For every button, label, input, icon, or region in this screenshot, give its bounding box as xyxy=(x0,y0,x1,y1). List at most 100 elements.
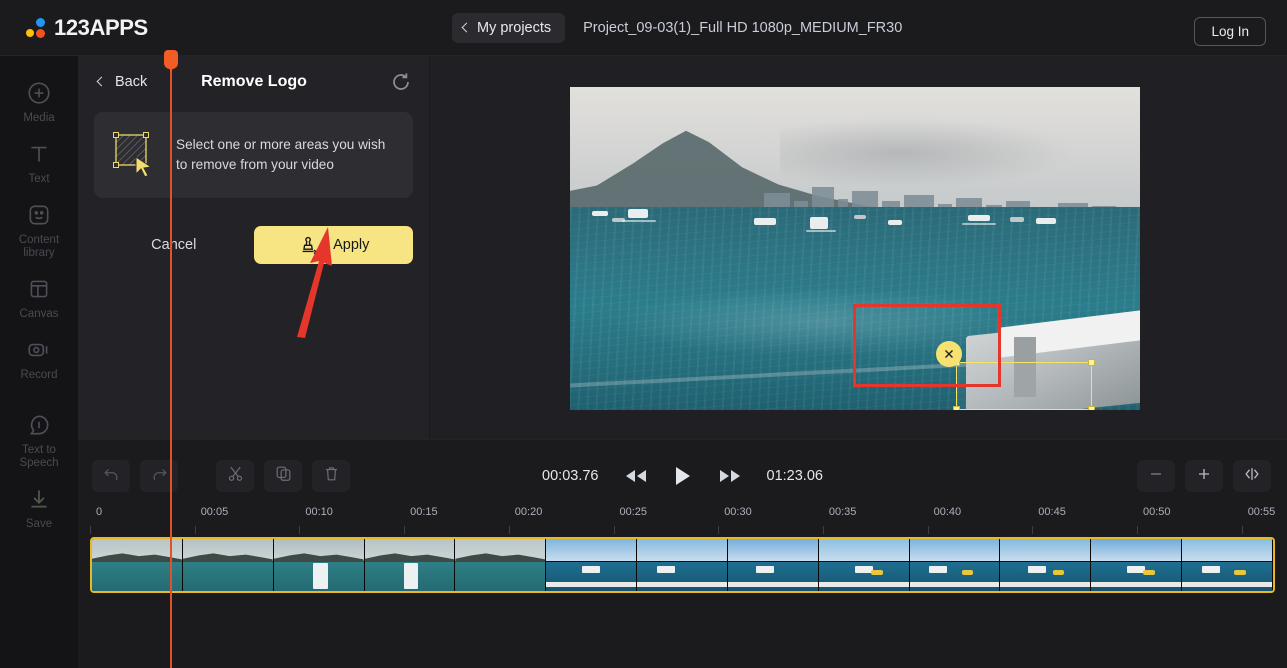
video-camera-icon xyxy=(26,337,52,363)
stamp-remove-icon xyxy=(297,234,321,256)
sidebar-item-save[interactable]: Save xyxy=(0,476,78,537)
trash-icon xyxy=(322,464,341,488)
thumbnail-sky xyxy=(637,539,727,561)
ruler-tick-mark xyxy=(1032,526,1034,534)
thumbnail-railing xyxy=(1000,582,1091,587)
thumbnail-water xyxy=(455,561,546,591)
ruler-tick-mark xyxy=(927,526,929,534)
clip-thumbnail xyxy=(818,539,910,591)
plus-icon xyxy=(1194,464,1214,489)
cancel-button[interactable]: Cancel xyxy=(94,226,254,264)
speech-bubble-icon xyxy=(26,412,52,438)
sidebar-item-label: Canvas xyxy=(19,308,59,320)
thumbnail-railing xyxy=(546,582,637,587)
redo-arrow-icon xyxy=(150,464,169,488)
redo-button[interactable] xyxy=(140,460,178,492)
scissors-icon xyxy=(226,464,245,488)
close-x-icon[interactable] xyxy=(936,341,962,367)
ruler-tick-label: 00:05 xyxy=(200,506,229,518)
app-logo[interactable]: 123APPS xyxy=(26,15,148,41)
thumbnail-railing xyxy=(818,582,909,587)
clip-thumbnail xyxy=(182,539,274,591)
resize-handle-bottom-right[interactable] xyxy=(1088,406,1095,410)
ruler-tick-mark xyxy=(613,526,615,534)
fit-to-screen-button[interactable] xyxy=(1233,460,1271,492)
resize-handle-top-right[interactable] xyxy=(1088,359,1095,366)
sidebar-item-content-library[interactable]: Content library xyxy=(0,192,78,266)
thumbnail-railing xyxy=(1182,582,1272,587)
thumbnail-dinghy xyxy=(961,570,974,575)
undo-button[interactable] xyxy=(92,460,130,492)
left-sidebar: Media Text Content library Canvas Record… xyxy=(0,56,78,668)
thumbnail-deck xyxy=(404,562,419,589)
thumbnail-railing xyxy=(637,582,727,587)
instruction-card: Select one or more areas you wish to rem… xyxy=(94,112,413,198)
thumbnail-sky xyxy=(1000,539,1091,561)
minus-icon xyxy=(1146,464,1166,489)
timeline-toolbar xyxy=(92,460,350,492)
sidebar-item-label: Save xyxy=(25,518,53,530)
thumbnail-boat xyxy=(1201,566,1220,573)
fast-forward-button[interactable] xyxy=(717,467,743,485)
sidebar-item-canvas[interactable]: Canvas xyxy=(0,266,78,327)
sidebar-item-record[interactable]: Record xyxy=(0,327,78,388)
my-projects-button[interactable]: My projects xyxy=(452,13,566,43)
top-bar: 123APPS My projects Project_09-03(1)_Ful… xyxy=(0,0,1287,56)
sidebar-item-text[interactable]: Text xyxy=(0,131,78,192)
back-button[interactable]: Back xyxy=(96,74,148,90)
sidebar-item-label: Text to Speech xyxy=(19,444,59,469)
rewind-button[interactable] xyxy=(623,467,649,485)
copy-icon xyxy=(274,464,293,488)
timeline-ruler[interactable]: 0 00:05 00:10 00:15 00:20 00:25 00:30 00:35 00:4… xyxy=(90,506,1275,534)
clip-thumbnail xyxy=(455,539,547,591)
clip-thumbnail xyxy=(727,539,819,591)
ruler-tick-label: 00:25 xyxy=(619,506,648,518)
sidebar-item-text-to-speech[interactable]: Text to Speech xyxy=(0,402,78,476)
thumbnail-sky xyxy=(818,539,909,561)
thumbnail-water xyxy=(182,561,273,591)
clip-thumbnail xyxy=(546,539,638,591)
ruler-tick-label: 00:45 xyxy=(1038,506,1066,518)
video-preview[interactable] xyxy=(570,87,1140,410)
thumbnail-boat xyxy=(755,566,774,573)
logo-removal-selection-box[interactable] xyxy=(936,341,1095,410)
chevron-left-icon xyxy=(96,76,107,87)
playhead[interactable] xyxy=(164,50,178,668)
thumbnail-boat xyxy=(854,566,873,573)
ruler-tick-mark xyxy=(718,526,720,534)
clip-thumbnail xyxy=(909,539,1001,591)
apply-button[interactable]: Apply xyxy=(253,226,413,264)
thumbnail-sky xyxy=(727,539,818,561)
sidebar-item-media[interactable]: Media xyxy=(0,70,78,131)
delete-button[interactable] xyxy=(312,460,350,492)
thumbnail-sky xyxy=(1182,539,1272,561)
reset-arrow-icon[interactable] xyxy=(389,70,413,94)
duplicate-button[interactable] xyxy=(264,460,302,492)
video-clip-track[interactable] xyxy=(90,537,1275,593)
play-button[interactable] xyxy=(673,465,693,487)
ruler-tick-label: 0 xyxy=(96,506,103,518)
clip-thumbnail xyxy=(1091,539,1183,591)
text-t-icon xyxy=(26,141,52,167)
playhead-handle[interactable] xyxy=(164,50,178,69)
thumbnail-sky xyxy=(546,539,637,561)
ruler-tick-label: 00:50 xyxy=(1143,506,1171,518)
thumbnail-boat xyxy=(582,566,601,573)
zoom-in-button[interactable] xyxy=(1185,460,1223,492)
split-button[interactable] xyxy=(216,460,254,492)
thumbnail-boat xyxy=(929,566,948,573)
back-label: Back xyxy=(115,74,148,90)
ruler-tick-mark xyxy=(404,526,406,534)
thumbnail-dinghy xyxy=(1052,570,1065,575)
resize-handle-bottom-left[interactable] xyxy=(953,406,960,410)
zoom-out-button[interactable] xyxy=(1137,460,1175,492)
thumbnail-railing xyxy=(1091,582,1182,587)
panel-header: Back Remove Logo xyxy=(78,56,429,108)
ruler-tick-mark xyxy=(90,526,91,534)
ruler-tick-label: 00:35 xyxy=(828,506,857,518)
sticker-smiley-icon xyxy=(26,202,52,228)
clip-thumbnail xyxy=(364,539,456,591)
login-button[interactable]: Log In xyxy=(1194,17,1266,46)
ruler-tick-label: 00:15 xyxy=(410,506,438,518)
current-time: 00:03.76 xyxy=(542,468,599,484)
